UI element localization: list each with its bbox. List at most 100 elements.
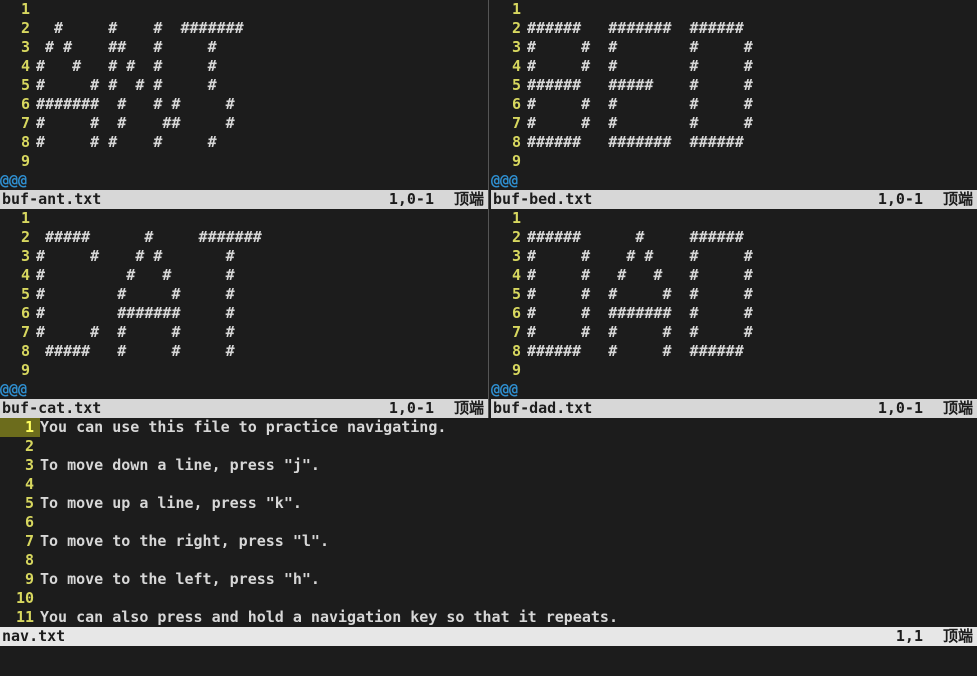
statusbar-filename: buf-dad.txt bbox=[491, 399, 592, 418]
statusbar-scroll: 顶端 bbox=[943, 627, 977, 646]
buffer-line: # # # # # bbox=[36, 323, 235, 341]
buffer-line: # # # # # # bbox=[36, 57, 217, 75]
statusbar-cursor: 1,0-1 bbox=[878, 190, 943, 209]
line-number: 1 bbox=[0, 418, 40, 437]
line-number: 1 bbox=[491, 0, 527, 19]
buffer-line: # # # # # # bbox=[527, 266, 753, 284]
line-number: 6 bbox=[491, 95, 527, 114]
buffer-line: ###### ####### ###### bbox=[527, 19, 744, 37]
line-number: 2 bbox=[491, 19, 527, 38]
line-number: 7 bbox=[0, 323, 36, 342]
line-number: 4 bbox=[491, 266, 527, 285]
line-number: 1 bbox=[0, 209, 36, 228]
buffer-line: ##### # # # bbox=[36, 342, 235, 360]
statusbar-ant: buf-ant.txt 1,0-1 顶端 bbox=[0, 190, 488, 209]
line-number: 4 bbox=[0, 266, 36, 285]
buffer-line: ####### # # # # bbox=[36, 95, 235, 113]
line-number: 2 bbox=[0, 437, 40, 456]
buffer-line: You can also press and hold a navigation… bbox=[40, 608, 618, 626]
buffer-line: ###### # # ###### bbox=[527, 342, 744, 360]
buffer-line: # # # # # bbox=[36, 133, 217, 151]
statusbar-cursor: 1,0-1 bbox=[878, 399, 943, 418]
buffer-line: ###### # ###### bbox=[527, 228, 744, 246]
line-number: 11 bbox=[0, 608, 40, 627]
line-number: 2 bbox=[491, 228, 527, 247]
split-row-mid: 1 2 ##### # ####### 3# # # # # 4# # # # … bbox=[0, 209, 977, 418]
split-row-top: 1 2 # # # ####### 3 # # ## # # 4# # # # … bbox=[0, 0, 977, 209]
buffer-line: # # ####### # # bbox=[527, 304, 753, 322]
line-number: 5 bbox=[0, 285, 36, 304]
statusbar-cursor: 1,0-1 bbox=[389, 399, 454, 418]
pane-nav[interactable]: 1You can use this file to practice navig… bbox=[0, 418, 977, 646]
buffer-line: # # # # # bbox=[527, 114, 753, 132]
line-number: 7 bbox=[491, 114, 527, 133]
buffer-line: # # # # # bbox=[527, 57, 753, 75]
buffer-line: # # # ## # bbox=[36, 114, 235, 132]
buffer-line: # # # # # bbox=[527, 38, 753, 56]
statusbar-scroll: 顶端 bbox=[454, 399, 488, 418]
buffer-line: ###### ##### # # bbox=[527, 76, 753, 94]
pane-cat[interactable]: 1 2 ##### # ####### 3# # # # # 4# # # # … bbox=[0, 209, 488, 418]
buffer-line: # # # # # # bbox=[527, 285, 753, 303]
line-number: 2 bbox=[0, 19, 36, 38]
statusbar-scroll: 顶端 bbox=[454, 190, 488, 209]
buffer-line: # # # ####### bbox=[36, 19, 244, 37]
line-number: 1 bbox=[491, 209, 527, 228]
buffer-line: # # # # # # bbox=[527, 247, 753, 265]
pane-ant[interactable]: 1 2 # # # ####### 3 # # ## # # 4# # # # … bbox=[0, 0, 488, 209]
line-number: 8 bbox=[0, 342, 36, 361]
statusbar-cursor: 1,1 bbox=[896, 627, 943, 646]
line-number: 8 bbox=[491, 342, 527, 361]
line-number: 3 bbox=[491, 247, 527, 266]
statusbar-filename: buf-bed.txt bbox=[491, 190, 592, 209]
pane-bed[interactable]: 1 2###### ####### ###### 3# # # # # 4# #… bbox=[488, 0, 977, 209]
buffer-line: ###### ####### ###### bbox=[527, 133, 744, 151]
line-number: 4 bbox=[0, 57, 36, 76]
buffer-line: To move to the left, press "h". bbox=[40, 570, 320, 588]
line-number: 3 bbox=[0, 247, 36, 266]
line-number: 6 bbox=[0, 513, 40, 532]
line-number: 8 bbox=[491, 133, 527, 152]
command-line[interactable] bbox=[0, 646, 977, 674]
statusbar-bed: buf-bed.txt 1,0-1 顶端 bbox=[491, 190, 977, 209]
line-number: 2 bbox=[0, 228, 36, 247]
statusbar-cursor: 1,0-1 bbox=[389, 190, 454, 209]
statusbar-nav: nav.txt 1,1 顶端 bbox=[0, 627, 977, 646]
statusbar-scroll: 顶端 bbox=[943, 399, 977, 418]
line-number: 8 bbox=[0, 551, 40, 570]
line-number: 9 bbox=[491, 152, 527, 171]
buffer-line: # # ## # # bbox=[36, 38, 217, 56]
line-number: 4 bbox=[0, 475, 40, 494]
line-number: 9 bbox=[491, 361, 527, 380]
buffer-line: You can use this file to practice naviga… bbox=[40, 418, 446, 436]
line-number: 1 bbox=[0, 0, 36, 19]
line-number: 7 bbox=[491, 323, 527, 342]
line-number: 3 bbox=[0, 456, 40, 475]
line-number: 6 bbox=[0, 95, 36, 114]
line-number: 8 bbox=[0, 133, 36, 152]
line-number: 5 bbox=[0, 494, 40, 513]
fold-marker: @@@ bbox=[491, 171, 977, 190]
buffer-line: # ####### # bbox=[36, 304, 235, 322]
line-number: 3 bbox=[0, 38, 36, 57]
statusbar-dad: buf-dad.txt 1,0-1 顶端 bbox=[491, 399, 977, 418]
buffer-line: To move down a line, press "j". bbox=[40, 456, 320, 474]
buffer-line: To move to the right, press "l". bbox=[40, 532, 329, 550]
line-number: 5 bbox=[0, 76, 36, 95]
line-number: 5 bbox=[491, 285, 527, 304]
buffer-line: # # # # bbox=[36, 285, 235, 303]
line-number: 6 bbox=[0, 304, 36, 323]
line-number: 10 bbox=[0, 589, 40, 608]
line-number: 3 bbox=[491, 38, 527, 57]
line-number: 9 bbox=[0, 570, 40, 589]
line-number: 5 bbox=[491, 76, 527, 95]
buffer-line: # # # # # # bbox=[36, 76, 217, 94]
line-number: 9 bbox=[0, 361, 36, 380]
line-number: 4 bbox=[491, 57, 527, 76]
line-number: 6 bbox=[491, 304, 527, 323]
statusbar-scroll: 顶端 bbox=[943, 190, 977, 209]
buffer-line: # # # # # bbox=[36, 247, 235, 265]
buffer-line: # # # # # # bbox=[527, 323, 753, 341]
pane-dad[interactable]: 1 2###### # ###### 3# # # # # # 4# # # #… bbox=[488, 209, 977, 418]
statusbar-cat: buf-cat.txt 1,0-1 顶端 bbox=[0, 399, 488, 418]
